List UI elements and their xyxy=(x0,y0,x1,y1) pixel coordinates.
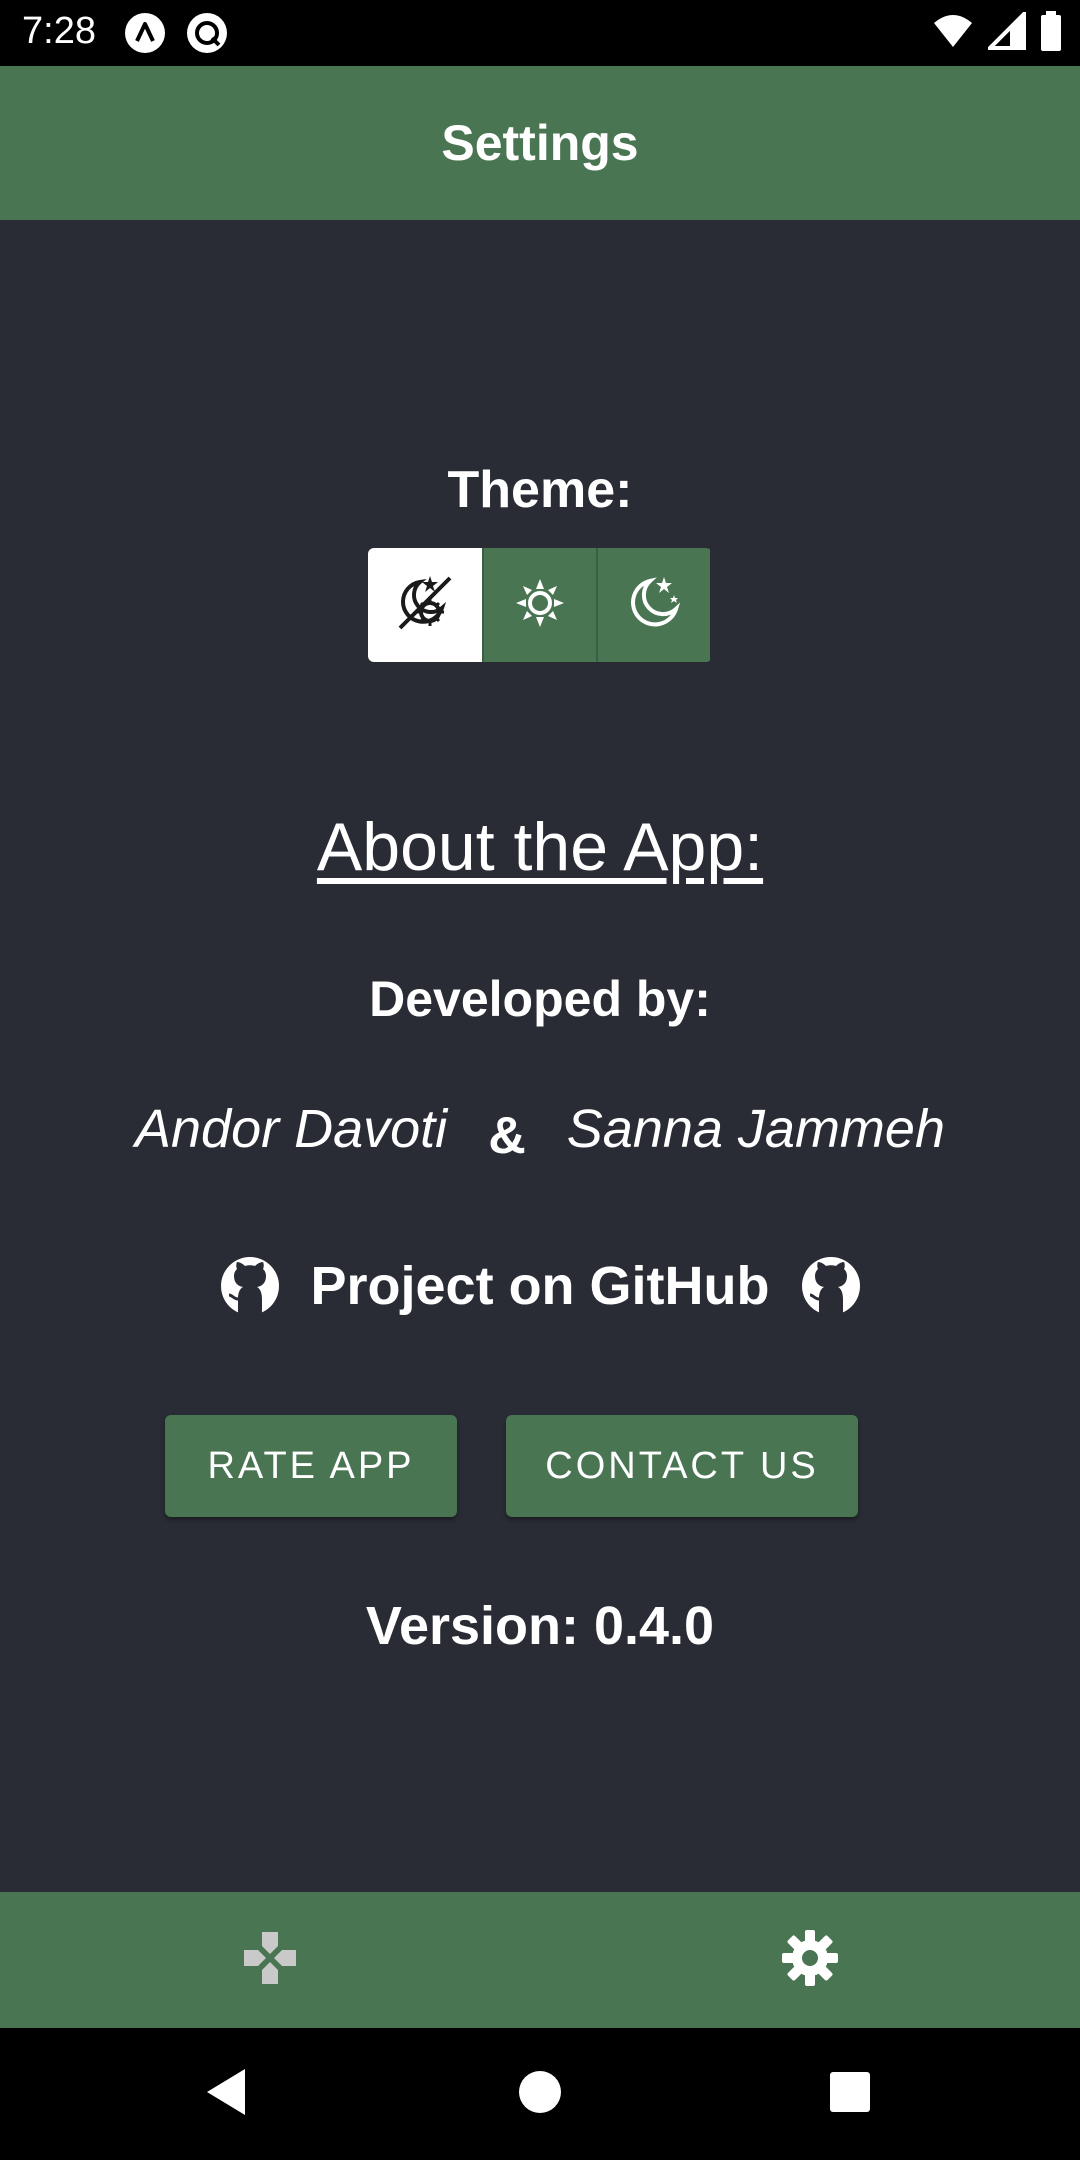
page-title: Settings xyxy=(441,115,639,171)
auto-theme-icon xyxy=(394,572,456,639)
developer-name-1[interactable]: Andor Davoti xyxy=(135,1099,447,1159)
theme-option-auto[interactable] xyxy=(368,548,482,662)
home-icon xyxy=(518,2070,562,2119)
developed-by-label: Developed by: xyxy=(369,971,711,1027)
theme-toggle xyxy=(368,548,712,662)
status-bar: 7:28 xyxy=(0,0,1080,66)
rate-app-button[interactable]: RATE APP xyxy=(165,1415,457,1517)
about-title: About the App: xyxy=(316,809,764,885)
github-label: Project on GitHub xyxy=(310,1256,770,1316)
nav-item-games[interactable] xyxy=(0,1892,540,2028)
theme-option-dark[interactable] xyxy=(596,548,710,662)
back-button[interactable] xyxy=(196,2064,256,2124)
back-icon xyxy=(203,2067,249,2122)
github-link[interactable]: Project on GitHub xyxy=(0,1250,1080,1322)
app-a-icon xyxy=(124,12,166,54)
wifi-icon xyxy=(932,13,974,54)
system-nav-bar xyxy=(0,2028,1080,2160)
home-button[interactable] xyxy=(510,2064,570,2124)
contact-us-button[interactable]: CONTACT US xyxy=(506,1415,858,1517)
developer-separator: & xyxy=(488,1107,526,1165)
theme-label: Theme: xyxy=(447,461,633,519)
gamepad-icon xyxy=(240,1928,300,1993)
status-time: 7:28 xyxy=(22,10,96,52)
github-icon xyxy=(219,1255,281,1317)
developers-line: Andor Davoti & Sanna Jammeh xyxy=(0,1098,1080,1165)
developer-name-2[interactable]: Sanna Jammeh xyxy=(567,1099,945,1159)
status-right-icons xyxy=(932,8,1062,56)
recents-icon xyxy=(829,2071,871,2118)
app-r-icon xyxy=(186,12,228,54)
signal-icon xyxy=(985,8,1026,55)
theme-option-light[interactable] xyxy=(482,548,596,662)
gear-icon xyxy=(780,1928,840,1993)
version-text: Version: 0.4.0 xyxy=(365,1596,715,1656)
battery-icon xyxy=(1040,10,1062,56)
nav-item-settings[interactable] xyxy=(540,1892,1080,2028)
github-icon xyxy=(800,1255,862,1317)
recents-button[interactable] xyxy=(820,2064,880,2124)
sun-icon xyxy=(512,575,568,636)
moon-icon xyxy=(624,573,684,638)
bottom-nav xyxy=(0,1892,1080,2028)
app-bar: Settings xyxy=(0,66,1080,220)
